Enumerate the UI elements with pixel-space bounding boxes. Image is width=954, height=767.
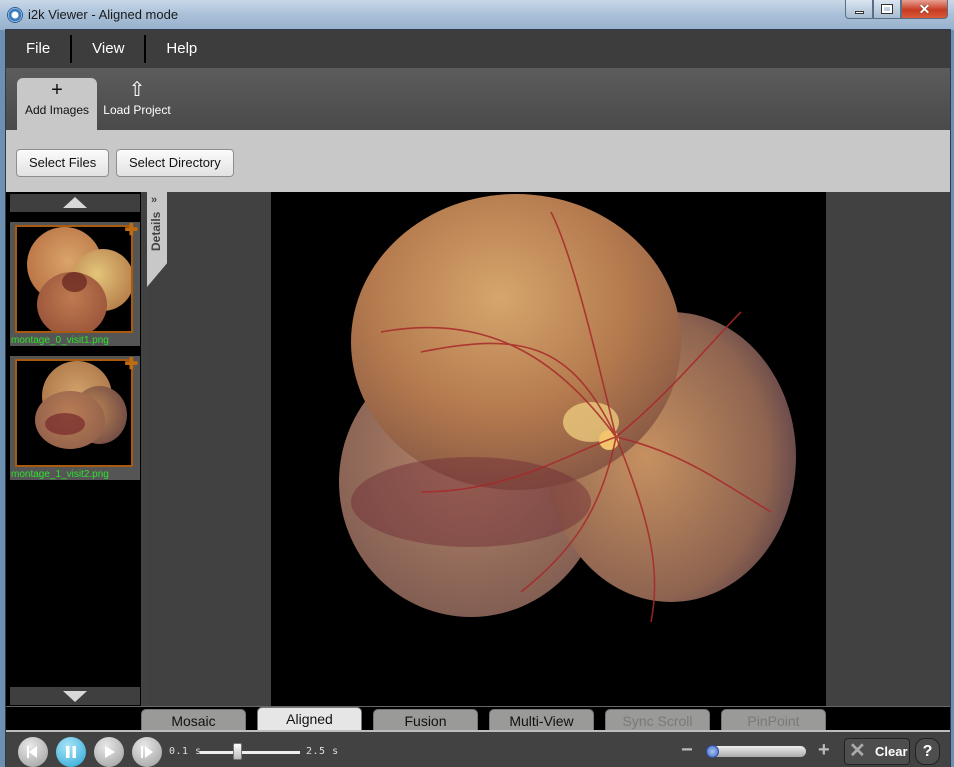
image-canvas[interactable] [271,192,826,706]
pause-icon [66,746,76,758]
add-to-view-icon[interactable]: ✚ [125,223,138,239]
clear-x-icon: ✕ [849,740,866,762]
hemorrhage-region [351,457,591,547]
speed-min-label: 0.1 s [169,746,202,757]
thumbnail-image[interactable] [15,359,133,467]
menu-file[interactable]: File [6,35,70,63]
plus-icon: + [51,79,63,101]
thumbnail-filename: montage_1_visit2.png [11,469,109,480]
zoom-slider-track[interactable] [711,746,806,757]
mode-tabs: Mosaic Aligned Fusion Multi-View Sync Sc… [6,706,950,731]
maximize-icon [881,4,893,14]
menu-view[interactable]: View [72,35,144,63]
speed-slider-handle[interactable] [233,743,242,760]
ribbon: + Add Images ⇧ Load Project [6,68,950,130]
tab-fusion[interactable]: Fusion [373,709,478,731]
tab-mosaic[interactable]: Mosaic [141,709,246,731]
upload-arrow-icon: ⇧ [128,79,146,101]
retina-montage-image [339,194,796,623]
minimize-button[interactable] [845,0,873,19]
expand-chevron-icon: » [151,194,158,206]
thumbnail-filename: montage_0_visit1.png [11,335,109,346]
close-button[interactable]: ✕ [901,0,948,19]
zoom-in-button[interactable]: + [818,740,830,760]
play-button[interactable] [94,737,124,767]
menu-bar: File View Help [6,30,950,68]
tab-sync-scroll: Sync Scroll [605,709,710,731]
image-viewer[interactable] [147,192,950,706]
app-frame: File View Help + Add Images ⇧ Load Proje… [5,29,951,767]
menu-help[interactable]: Help [146,35,217,63]
window-title: i2k Viewer - Aligned mode [28,7,179,22]
thumbnail-scroll-down-button[interactable] [10,687,140,705]
ribbon-toolbar: Select Files Select Directory [6,130,950,192]
ribbon-tab-label: Add Images [24,103,90,117]
help-button[interactable]: ? [915,738,940,765]
speed-slider-track[interactable] [200,751,300,754]
tab-aligned[interactable]: Aligned [257,707,362,731]
tab-multi-view[interactable]: Multi-View [489,709,594,731]
pause-button[interactable] [56,737,86,767]
details-label: Details [149,212,163,252]
window-controls: ✕ [845,0,948,20]
zoom-slider-handle[interactable] [706,745,719,758]
minimize-icon [854,10,864,14]
close-icon: ✕ [918,0,931,17]
fundus-upper [351,194,681,490]
playback-bar: 0.1 s 2.5 s − + ✕ Clear ? [6,730,950,767]
ribbon-tab-load-project[interactable]: ⇧ Load Project [97,78,177,130]
thumbnail-panel: ✚ montage_0_visit1.png ✚ montage_1_visit… [6,192,141,706]
clear-button[interactable]: ✕ Clear [844,738,910,765]
tab-pinpoint: PinPoint [721,709,826,731]
thumbnail-item[interactable]: ✚ montage_1_visit2.png [10,356,140,480]
speed-max-label: 2.5 s [306,746,339,757]
thumbnail-scroll-up-button[interactable] [10,194,140,212]
arrow-up-icon [63,197,87,208]
title-bar: i2k Viewer - Aligned mode ✕ [0,0,954,30]
app-icon [7,7,23,23]
next-frame-button[interactable] [132,737,162,767]
select-files-button[interactable]: Select Files [16,149,110,177]
thumbnail-item[interactable]: ✚ montage_0_visit1.png [10,222,140,346]
ribbon-tab-label: Load Project [103,103,171,117]
arrow-down-icon [63,691,87,702]
clear-label: Clear [875,744,908,759]
thumbnail-image[interactable] [15,225,133,333]
play-icon [105,746,115,758]
zoom-out-button[interactable]: − [681,740,693,760]
ribbon-tab-add-images[interactable]: + Add Images [17,78,97,130]
select-directory-button[interactable]: Select Directory [116,149,234,177]
step-back-icon [27,746,37,758]
add-to-view-icon[interactable]: ✚ [125,357,138,373]
maximize-button[interactable] [873,0,901,19]
previous-frame-button[interactable] [18,737,48,767]
step-forward-icon [141,746,153,758]
